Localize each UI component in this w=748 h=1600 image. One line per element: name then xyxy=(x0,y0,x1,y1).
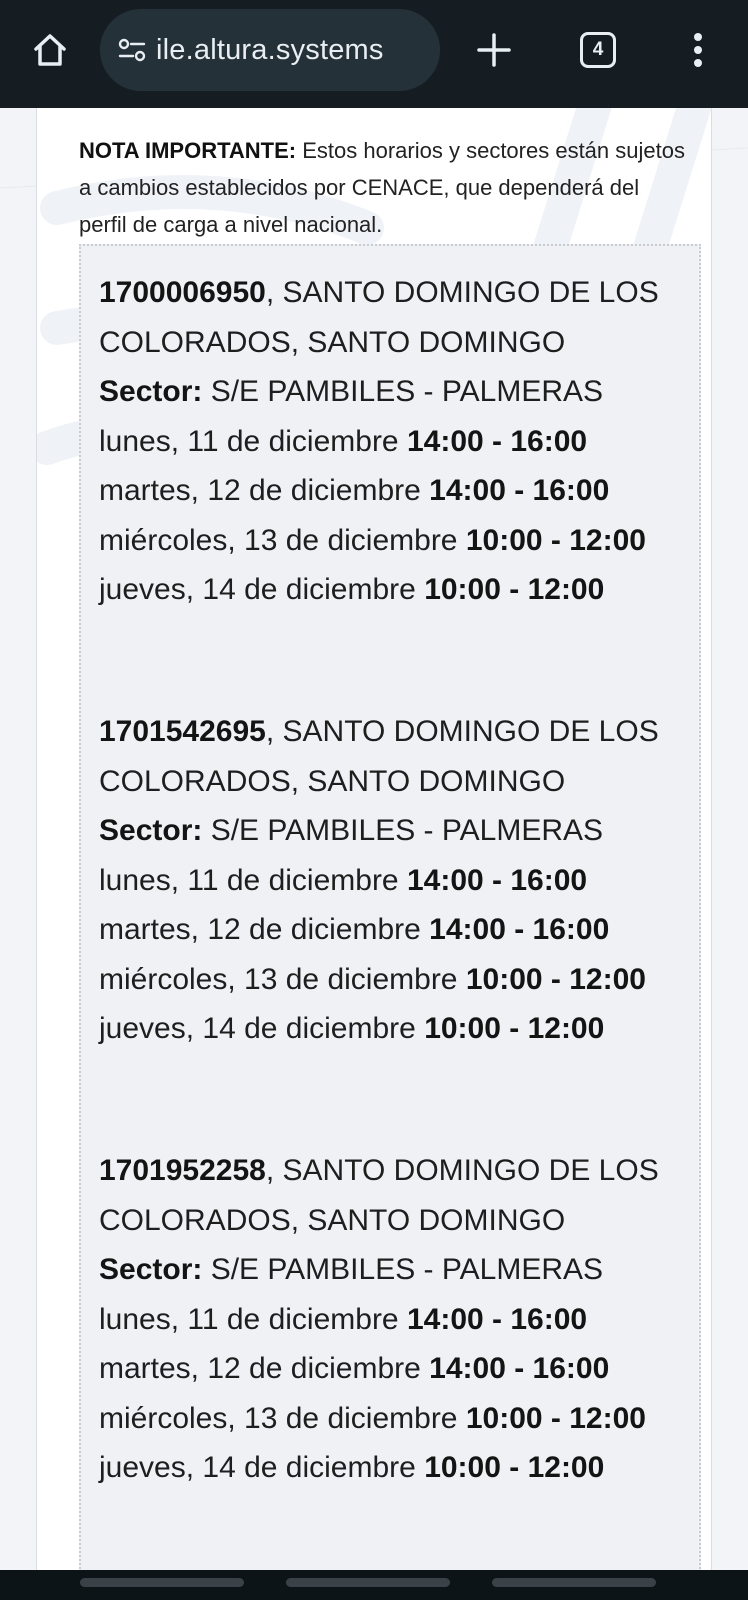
home-button[interactable] xyxy=(26,26,74,74)
entry-sector: Sector: S/E PAMBILES - PALMERAS xyxy=(99,1245,689,1295)
sector-label: Sector: xyxy=(99,814,203,847)
schedule-list: 1700006950, SANTO DOMINGO DE LOS COLORAD… xyxy=(79,244,701,1570)
new-tab-button[interactable] xyxy=(470,26,518,74)
schedule-day: martes, 12 de diciembre 14:00 - 16:00 xyxy=(99,466,689,516)
time-range: 14:00 - 16:00 xyxy=(429,474,610,507)
tab-switcher-button[interactable]: 4 xyxy=(576,28,620,72)
sector-label: Sector: xyxy=(99,1253,203,1286)
schedule-day: lunes, 11 de diciembre 14:00 - 16:00 xyxy=(99,1295,689,1345)
sector-value: S/E PAMBILES - PALMERAS xyxy=(202,1253,604,1286)
time-range: 10:00 - 12:00 xyxy=(465,962,646,996)
day-label: jueves, 14 de diciembre xyxy=(99,573,425,606)
entry-id: 1701542695 xyxy=(99,715,266,748)
tab-switcher-icon: 4 xyxy=(580,32,616,68)
schedule-day: miércoles, 13 de diciembre 10:00 - 12:00 xyxy=(99,1394,689,1444)
more-vert-icon xyxy=(694,33,702,67)
time-range: 14:00 - 16:00 xyxy=(429,1352,610,1385)
day-label: lunes, 11 de diciembre xyxy=(99,863,407,897)
entry-header: 1700006950, SANTO DOMINGO DE LOS COLORAD… xyxy=(99,268,689,367)
time-range: 10:00 - 12:00 xyxy=(424,1012,605,1045)
entry-id: 1700006950 xyxy=(99,276,266,309)
day-label: miércoles, 13 de diciembre xyxy=(99,1401,466,1435)
entry-sector: Sector: S/E PAMBILES - PALMERAS xyxy=(99,806,689,856)
url-text[interactable]: ile.altura.systems xyxy=(156,34,384,67)
time-range: 10:00 - 12:00 xyxy=(424,573,605,606)
day-label: martes, 12 de diciembre xyxy=(99,474,430,507)
time-range: 10:00 - 12:00 xyxy=(465,523,646,557)
tab-count: 4 xyxy=(592,39,604,60)
schedule-day: jueves, 14 de diciembre 10:00 - 12:00 xyxy=(99,1443,689,1493)
time-range: 14:00 - 16:00 xyxy=(429,913,610,946)
content-card: NOTA IMPORTANTE: Estos horarios y sector… xyxy=(36,108,712,1570)
sector-label: Sector: xyxy=(99,375,203,408)
day-label: jueves, 14 de diciembre xyxy=(99,1012,425,1045)
day-label: martes, 12 de diciembre xyxy=(99,1352,430,1385)
schedule-day: martes, 12 de diciembre 14:00 - 16:00 xyxy=(99,1344,689,1394)
entry-header: 1701952258, SANTO DOMINGO DE LOS COLORAD… xyxy=(99,1146,689,1245)
schedule-day: lunes, 11 de diciembre 14:00 - 16:00 xyxy=(99,856,689,906)
time-range: 14:00 - 16:00 xyxy=(406,1302,588,1336)
day-label: miércoles, 13 de diciembre xyxy=(99,962,466,996)
important-note: NOTA IMPORTANTE: Estos horarios y sector… xyxy=(79,132,689,243)
schedule-entry: 1701952258, SANTO DOMINGO DE LOS COLORAD… xyxy=(99,1146,689,1493)
bottom-toolbar-handle xyxy=(286,1578,450,1587)
schedule-day: lunes, 11 de diciembre 14:00 - 16:00 xyxy=(99,417,689,467)
web-page: NOTA IMPORTANTE: Estos horarios y sector… xyxy=(0,108,748,1570)
plus-icon xyxy=(477,33,511,67)
address-bar[interactable]: ile.altura.systems xyxy=(100,9,440,91)
day-label: miércoles, 13 de diciembre xyxy=(99,523,466,557)
sector-value: S/E PAMBILES - PALMERAS xyxy=(202,814,604,847)
entry-header: 1701542695, SANTO DOMINGO DE LOS COLORAD… xyxy=(99,707,689,806)
entry-sector: Sector: S/E PAMBILES - PALMERAS xyxy=(99,367,689,417)
schedule-entry: 1700006950, SANTO DOMINGO DE LOS COLORAD… xyxy=(99,268,689,615)
day-label: lunes, 11 de diciembre xyxy=(99,424,407,458)
schedule-day: miércoles, 13 de diciembre 10:00 - 12:00 xyxy=(99,955,689,1005)
bottom-toolbar-handle xyxy=(80,1578,244,1587)
time-range: 14:00 - 16:00 xyxy=(406,863,588,897)
bottom-toolbar-handle xyxy=(492,1578,656,1587)
schedule-day: jueves, 14 de diciembre 10:00 - 12:00 xyxy=(99,565,689,615)
schedule-entry: 1701542695, SANTO DOMINGO DE LOS COLORAD… xyxy=(99,707,689,1054)
browser-toolbar: ile.altura.systems 4 xyxy=(0,0,748,108)
more-options-button[interactable] xyxy=(676,26,720,74)
system-bottom-bar xyxy=(0,1570,748,1600)
home-icon xyxy=(34,34,66,66)
note-label: NOTA IMPORTANTE: xyxy=(79,138,297,163)
day-label: lunes, 11 de diciembre xyxy=(99,1302,407,1336)
sector-value: S/E PAMBILES - PALMERAS xyxy=(202,375,604,408)
entry-id: 1701952258 xyxy=(99,1154,266,1187)
schedule-day: martes, 12 de diciembre 14:00 - 16:00 xyxy=(99,905,689,955)
site-settings-icon[interactable] xyxy=(116,34,148,66)
time-range: 10:00 - 12:00 xyxy=(424,1451,605,1484)
time-range: 14:00 - 16:00 xyxy=(406,424,588,458)
schedule-day: miércoles, 13 de diciembre 10:00 - 12:00 xyxy=(99,516,689,566)
time-range: 10:00 - 12:00 xyxy=(465,1401,646,1435)
day-label: martes, 12 de diciembre xyxy=(99,913,430,946)
schedule-day: jueves, 14 de diciembre 10:00 - 12:00 xyxy=(99,1004,689,1054)
day-label: jueves, 14 de diciembre xyxy=(99,1451,425,1484)
